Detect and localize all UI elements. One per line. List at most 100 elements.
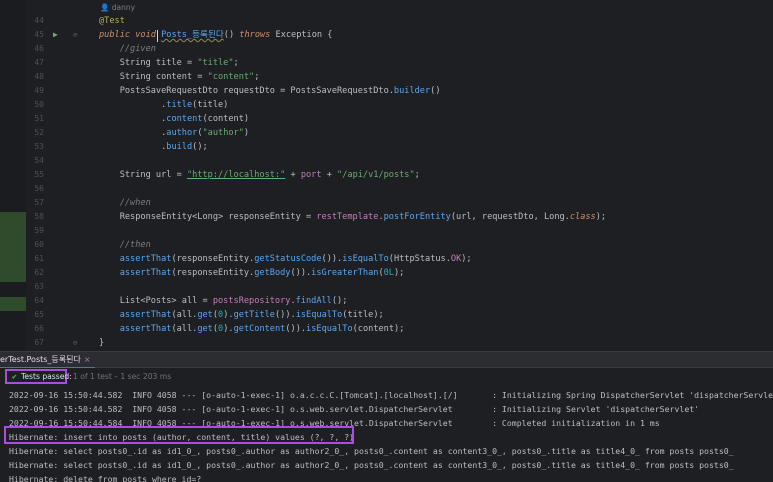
code-token: title (166, 100, 193, 110)
code-token: @Test (99, 16, 125, 26)
console-output[interactable]: 2022-09-16 15:50:44.582 INFO 4058 --- [o… (0, 386, 773, 482)
code-token: String url = (99, 170, 187, 180)
code-line[interactable]: 52 .author("author") (0, 126, 773, 140)
code-token: port (300, 170, 322, 180)
line-number: 56 (34, 184, 44, 193)
insert-query-highlight (4, 426, 354, 444)
console-line: Hibernate: select posts0_.id as id1_0_, … (9, 460, 734, 470)
text-caret (157, 30, 158, 42)
console-line: Hibernate: select posts0_.id as id1_0_, … (9, 446, 734, 456)
code-token: "title" (197, 58, 234, 68)
code-line[interactable]: 45 public void Posts_등록된다() throws Except… (0, 28, 773, 42)
code-token: findAll (295, 296, 332, 306)
code-line[interactable]: 67} ⊖ (0, 336, 773, 350)
code-token: + (285, 170, 301, 180)
line-number: 52 (34, 128, 44, 137)
code-line[interactable]: 66 assertThat(all.get(0).getContent()).i… (0, 322, 773, 336)
line-number: 63 (34, 282, 44, 291)
code-token: isGreaterThan (311, 268, 379, 278)
code-line[interactable]: 60 //then (0, 238, 773, 252)
code-text: @Test (99, 14, 125, 28)
line-number: 59 (34, 226, 44, 235)
line-number: 51 (34, 114, 44, 123)
code-line[interactable]: 50 .title(title) (0, 98, 773, 112)
code-token: //given (99, 44, 156, 54)
code-token: getStatusCode (254, 254, 322, 264)
code-line[interactable]: 63 (0, 280, 773, 294)
code-line[interactable]: 51 .content(content) (0, 112, 773, 126)
code-line[interactable]: 56 (0, 182, 773, 196)
line-number: 58 (34, 212, 44, 221)
code-text: assertThat(responseEntity.getStatusCode(… (99, 252, 472, 266)
run-tab-bar: erTest.Posts_등록된다 × (0, 351, 773, 369)
line-number: 49 (34, 86, 44, 95)
code-token: (url, requestDto, Long. (450, 212, 570, 222)
code-token: ; (254, 72, 260, 82)
code-token: postForEntity (383, 212, 451, 222)
code-token: ()). (285, 324, 307, 334)
code-token: (); (331, 296, 348, 306)
code-line[interactable]: 44 @Test (0, 14, 773, 28)
code-line[interactable]: 64 List<Posts> all = postsRepository.fin… (0, 294, 773, 308)
fold-icon[interactable]: ⊖ (73, 31, 77, 39)
code-line[interactable]: 47 String title = "title"; (0, 56, 773, 70)
code-token: (title) (192, 100, 229, 110)
code-line[interactable]: 58 ResponseEntity<Long> responseEntity =… (0, 210, 773, 224)
code-editor[interactable]: 👤 danny 44 @Test 45 public void Posts_등록된다(… (0, 0, 773, 351)
code-line[interactable]: 46 //given (0, 42, 773, 56)
close-icon[interactable]: × (84, 355, 91, 364)
code-token: ); (595, 212, 607, 222)
code-line[interactable]: 65 assertThat(all.get(0).getTitle()).isE… (0, 308, 773, 322)
code-token: isEqualTo (342, 254, 389, 264)
code-line[interactable]: 61 assertThat(responseEntity.getStatusCo… (0, 252, 773, 266)
line-number: 55 (34, 170, 44, 179)
code-token: (all. (171, 310, 198, 320)
code-token: . (99, 114, 167, 124)
code-text: //when (99, 196, 151, 210)
code-line[interactable]: 59 (0, 224, 773, 238)
code-line[interactable]: 55 String url = "http://localhost:" + po… (0, 168, 773, 182)
code-token: PostsSaveRequestDto requestDto = PostsSa… (99, 86, 394, 96)
run-test-icon[interactable]: ▶ (53, 30, 58, 40)
code-line[interactable]: 49 PostsSaveRequestDto requestDto = Post… (0, 84, 773, 98)
code-token: (content); (352, 324, 405, 334)
code-token: "/api/v1/posts" (337, 170, 415, 180)
tests-passed-label: Tests passed: (21, 372, 72, 381)
code-token: } (99, 338, 105, 348)
code-token: restTemplate (316, 212, 379, 222)
code-text: } (99, 336, 104, 350)
code-token: assertThat (119, 268, 172, 278)
code-token: ); (461, 254, 472, 264)
code-token: (title); (342, 310, 384, 320)
code-token: ; (233, 58, 239, 68)
code-token: throws (239, 30, 276, 40)
code-token: ) (243, 128, 250, 138)
code-token: String content = (99, 72, 208, 82)
code-token: content (166, 114, 203, 124)
code-line[interactable]: 54 (0, 154, 773, 168)
code-token: ()). (290, 268, 312, 278)
line-number: 50 (34, 100, 44, 109)
code-token: //then (99, 240, 151, 250)
run-tab[interactable]: erTest.Posts_등록된다 × (0, 352, 95, 369)
line-number: 65 (34, 310, 44, 319)
code-line[interactable]: 62 assertThat(responseEntity.getBody()).… (0, 266, 773, 280)
test-status-bar: ✔ Tests passed: 1 of 1 test – 1 sec 203 … (0, 368, 773, 386)
code-token: (responseEntity. (171, 254, 255, 264)
code-token: ()). (275, 310, 296, 320)
fold-icon[interactable]: ⊖ (73, 339, 77, 347)
code-token: assertThat (119, 324, 172, 334)
code-line[interactable]: 53 .build(); (0, 140, 773, 154)
code-text: .author("author") (99, 126, 249, 140)
code-line[interactable]: 48 String content = "content"; (0, 70, 773, 84)
code-token: author (166, 128, 198, 138)
code-token: 0L (383, 268, 394, 278)
code-token: . (99, 142, 167, 152)
code-token: isEqualTo (295, 310, 343, 320)
code-token: //when (99, 198, 151, 208)
code-author-hint[interactable]: 👤 danny (100, 3, 135, 12)
code-line[interactable]: 57 //when (0, 196, 773, 210)
